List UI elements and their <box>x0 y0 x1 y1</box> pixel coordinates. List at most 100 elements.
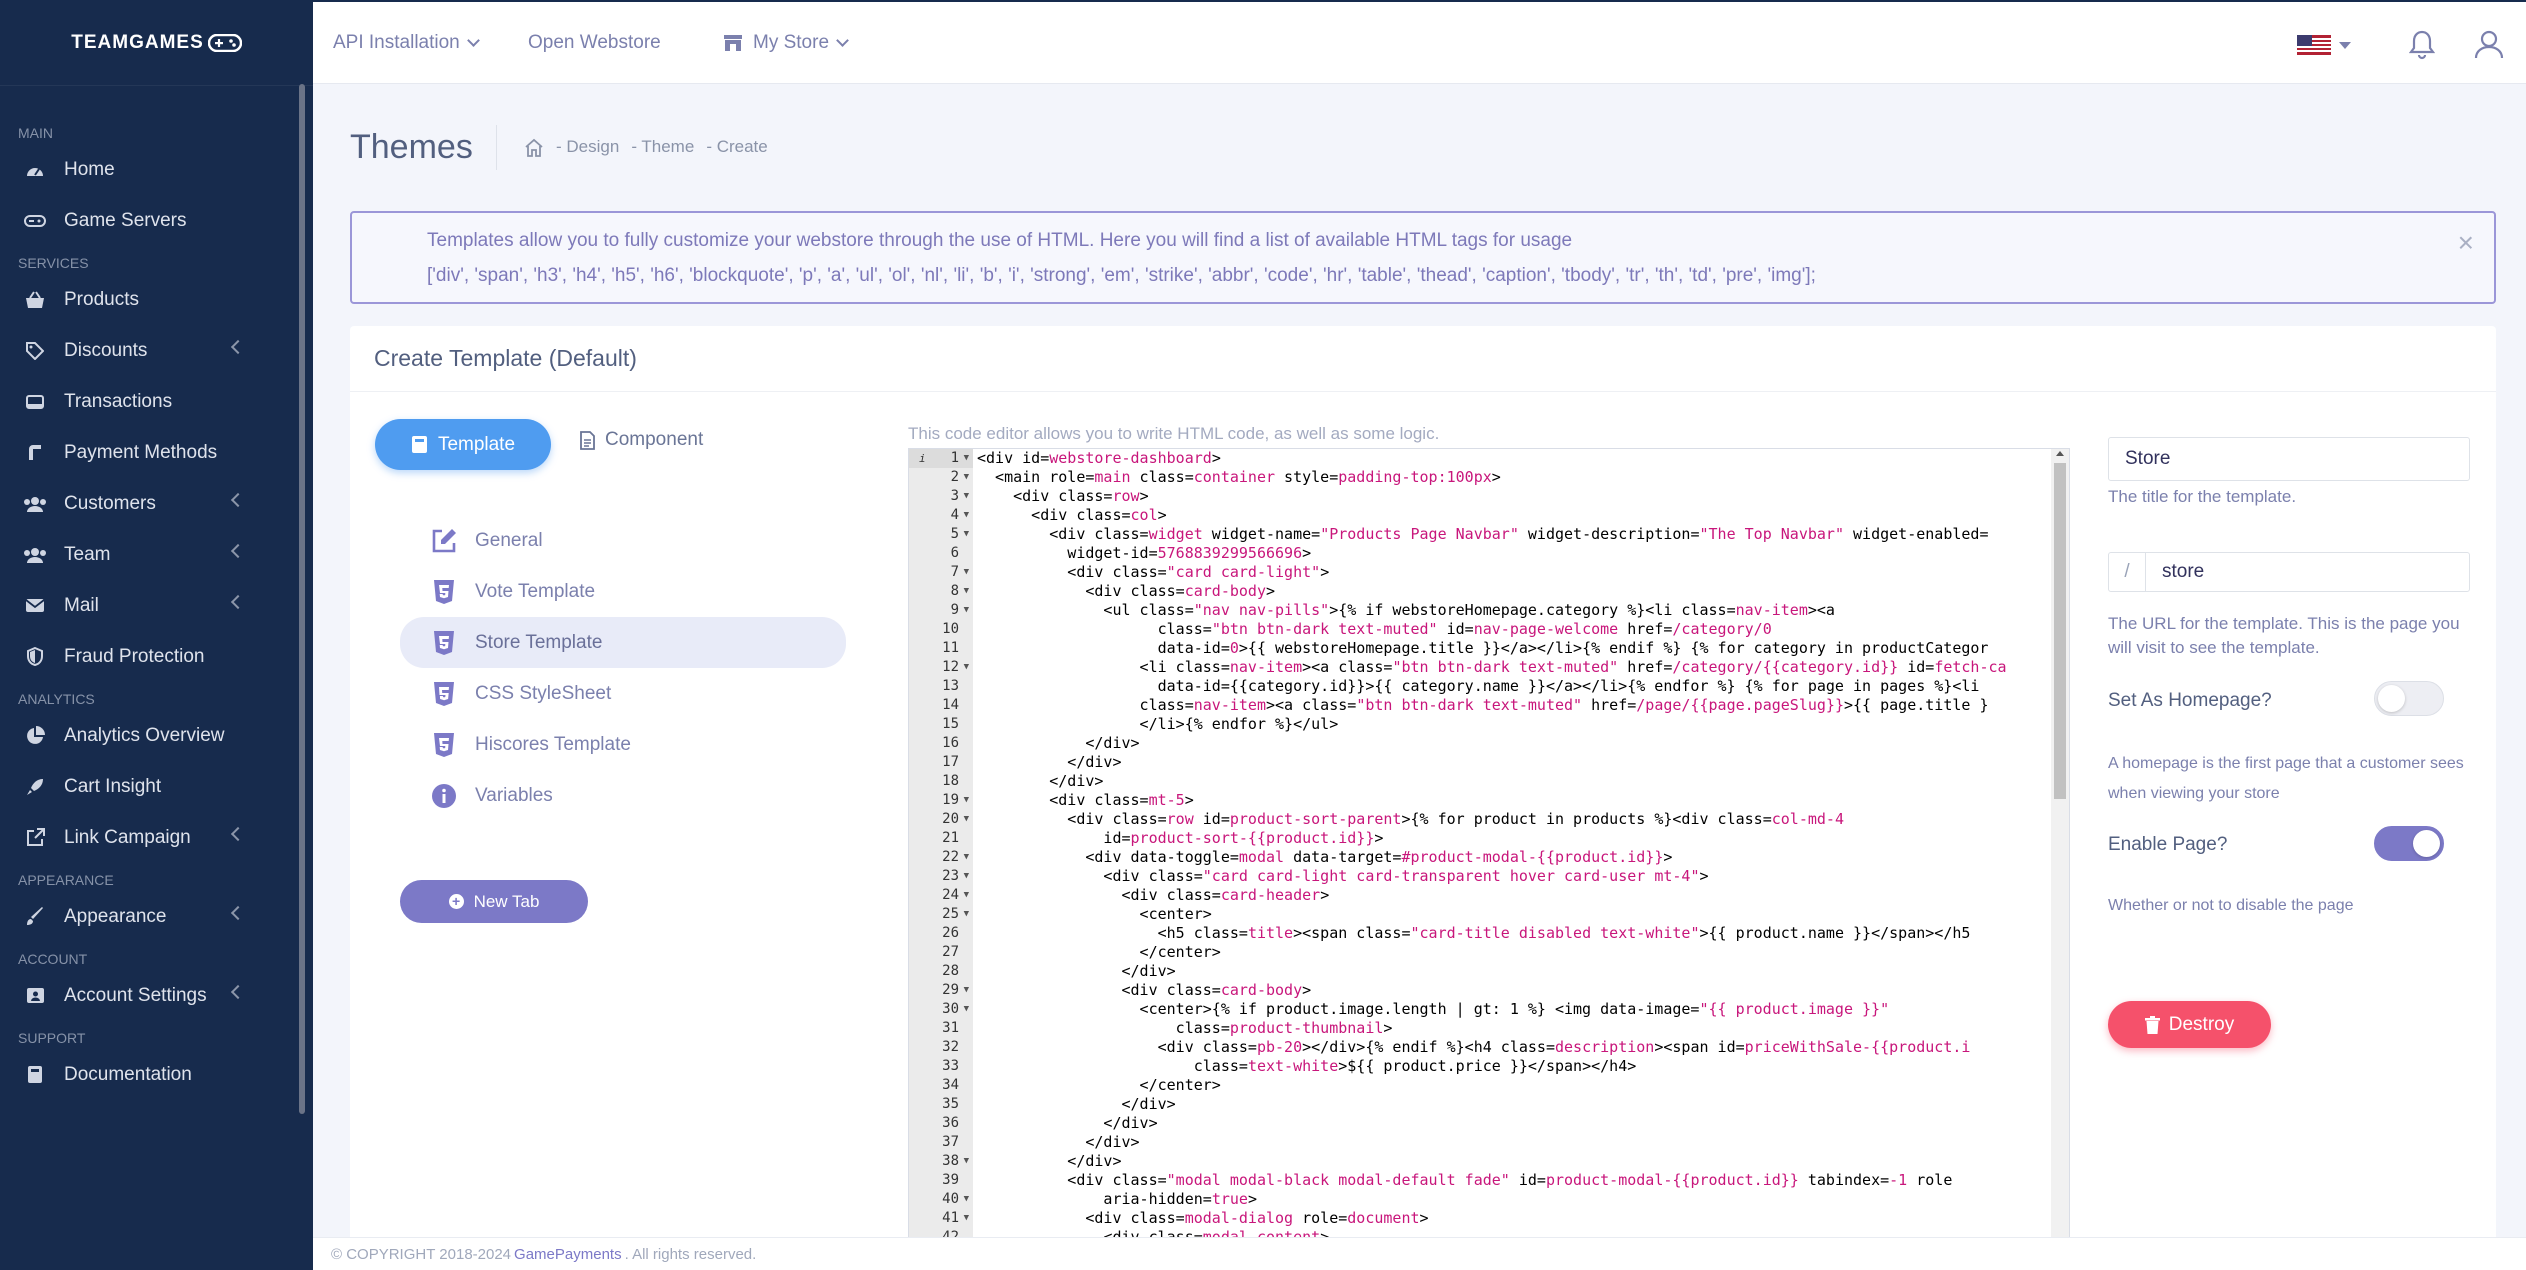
sidebar-item-customers[interactable]: Customers <box>0 478 313 529</box>
language-selector[interactable] <box>2297 35 2351 55</box>
fold-caret-icon[interactable]: ▼ <box>964 563 969 582</box>
fold-caret-icon[interactable]: ▼ <box>964 468 969 487</box>
id-card-icon <box>22 985 48 1007</box>
sidebar: TEAMGAMES MAIN Home Game Servers SERVICE… <box>0 0 313 1270</box>
sidebar-item-game-servers[interactable]: Game Servers <box>0 195 313 246</box>
code-line: </div> <box>977 1095 1176 1113</box>
fold-caret-icon[interactable]: ▼ <box>964 886 969 905</box>
template-url-field[interactable]: / store <box>2108 552 2470 592</box>
chevron-left-icon <box>230 984 246 1000</box>
fold-caret-icon[interactable]: ▼ <box>964 1190 969 1209</box>
nav-item-vote-template[interactable]: Vote Template <box>400 566 846 617</box>
brand-name: TEAMGAMES <box>71 31 204 53</box>
breadcrumb-design[interactable]: - Design <box>556 137 619 157</box>
fold-caret-icon[interactable]: ▼ <box>964 905 969 924</box>
code-line: </div> <box>977 962 1176 980</box>
enable-page-toggle[interactable] <box>2374 826 2444 861</box>
sidebar-item-home[interactable]: Home <box>0 144 313 195</box>
my-store-dropdown[interactable]: My Store <box>723 32 849 54</box>
line-number: 23 ▼ <box>942 867 969 886</box>
fold-caret-icon[interactable]: ▼ <box>964 810 969 829</box>
code-line: <div class=row> <box>977 487 1149 505</box>
api-installation-dropdown[interactable]: API Installation <box>333 32 480 54</box>
nav-item-label: Variables <box>475 784 553 806</box>
breadcrumb-theme[interactable]: - Theme <box>631 137 694 157</box>
code-editor[interactable]: 1 ▼ i 2 ▼ 3 ▼ 4 ▼ 5 ▼ 6 7 ▼ 8 ▼ 9 ▼ 10 11 12 ▼ 13 14 15 16 17 18 19 ▼… <box>908 448 2070 1238</box>
user-icon[interactable] <box>2473 28 2505 60</box>
topbar: API Installation Open Webstore My Store <box>313 0 2526 84</box>
sidebar-item-link-campaign[interactable]: Link Campaign <box>0 812 313 863</box>
line-number: 11 <box>942 640 959 656</box>
code-line: <div class=card-body> <box>977 582 1276 600</box>
sidebar-item-mail[interactable]: Mail <box>0 580 313 631</box>
sidebar-item-team[interactable]: Team <box>0 529 313 580</box>
fold-caret-icon[interactable]: ▼ <box>964 506 969 525</box>
home-icon[interactable] <box>524 138 544 157</box>
caret-down-icon <box>2339 41 2351 49</box>
fold-caret-icon[interactable]: ▼ <box>964 1000 969 1019</box>
editor-scroll-thumb[interactable] <box>2054 463 2066 799</box>
nav-item-css-stylesheet[interactable]: CSS StyleSheet <box>400 668 846 719</box>
fold-caret-icon[interactable]: ▼ <box>964 981 969 1000</box>
fold-caret-icon[interactable]: ▼ <box>964 525 969 544</box>
sidebar-nav: MAIN Home Game Servers SERVICES Products… <box>0 86 313 1100</box>
open-webstore-link[interactable]: Open Webstore <box>528 32 661 54</box>
sidebar-item-cart-insight[interactable]: Cart Insight <box>0 761 313 812</box>
sidebar-item-appearance[interactable]: Appearance <box>0 891 313 942</box>
url-input[interactable]: store <box>2146 553 2204 591</box>
fold-caret-icon[interactable]: ▼ <box>964 582 969 601</box>
sidebar-item-analytics-overview[interactable]: Analytics Overview <box>0 710 313 761</box>
tab-component[interactable]: Component <box>580 429 703 451</box>
sidebar-item-documentation[interactable]: Documentation <box>0 1049 313 1100</box>
card-title: Create Template (Default) <box>350 326 2496 392</box>
editor-scrollbar[interactable] <box>2051 449 2069 1237</box>
fold-caret-icon[interactable]: ▼ <box>964 487 969 506</box>
fold-caret-icon[interactable]: ▼ <box>964 1209 969 1228</box>
fold-caret-icon[interactable]: ▼ <box>964 867 969 886</box>
line-number: 38 ▼ <box>942 1152 969 1171</box>
editor-code[interactable]: <div id=webstore-dashboard> <main role=m… <box>977 449 2049 1237</box>
fold-caret-icon[interactable]: ▼ <box>964 848 969 867</box>
fold-caret-icon[interactable]: ▼ <box>964 601 969 620</box>
sidebar-item-payment-methods[interactable]: Payment Methods <box>0 427 313 478</box>
new-tab-button[interactable]: + New Tab <box>400 880 588 923</box>
homepage-toggle[interactable] <box>2374 681 2444 716</box>
code-line: <div class=modal-dialog role=document> <box>977 1209 1429 1227</box>
html5-icon <box>430 578 458 606</box>
code-line: <h5 class=title><span class="card-title … <box>977 924 1971 942</box>
line-number: 5 ▼ <box>950 525 969 544</box>
sidebar-item-account-settings[interactable]: Account Settings <box>0 970 313 1021</box>
chevron-left-icon <box>230 492 246 508</box>
template-title-input[interactable]: Store <box>2108 437 2470 481</box>
code-line: <div class=widget widget-name="Products … <box>977 525 1989 543</box>
nav-item-variables[interactable]: Variables <box>400 770 846 821</box>
wallet-icon <box>22 442 48 464</box>
toggle-knob <box>2378 685 2405 712</box>
fold-caret-icon[interactable]: ▼ <box>964 1152 969 1171</box>
nav-item-store-template[interactable]: Store Template <box>400 617 846 668</box>
gamepayments-link[interactable]: GamePayments <box>514 1246 622 1263</box>
alert-description: Templates allow you to fully customize y… <box>427 230 1573 251</box>
sidebar-item-discounts[interactable]: Discounts <box>0 325 313 376</box>
sidebar-item-products[interactable]: Products <box>0 274 313 325</box>
pie-chart-icon <box>22 725 48 747</box>
brand-logo[interactable]: TEAMGAMES <box>0 0 313 86</box>
fold-caret-icon[interactable]: ▼ <box>964 791 969 810</box>
line-number: 30 ▼ <box>942 1000 969 1019</box>
sidebar-item-transactions[interactable]: Transactions <box>0 376 313 427</box>
fold-caret-icon[interactable]: ▼ <box>964 658 969 677</box>
line-number: 41 ▼ <box>942 1209 969 1228</box>
sidebar-item-fraud-protection[interactable]: Fraud Protection <box>0 631 313 682</box>
destroy-button[interactable]: Destroy <box>2108 1001 2271 1048</box>
tab-template[interactable]: Template <box>375 419 551 470</box>
nav-item-label: Vote Template <box>475 580 596 602</box>
nav-item-general[interactable]: General <box>400 515 846 566</box>
code-line: class="btn btn-dark text-muted" id=nav-p… <box>977 620 1772 638</box>
line-number: 25 ▼ <box>942 905 969 924</box>
code-line: <div id=webstore-dashboard> <box>977 449 1221 467</box>
nav-item-hiscores-template[interactable]: Hiscores Template <box>400 719 846 770</box>
bell-icon[interactable] <box>2409 30 2435 60</box>
fold-caret-icon[interactable]: ▼ <box>964 449 969 468</box>
close-icon[interactable]: × <box>2458 227 2474 259</box>
edit-icon <box>430 527 458 555</box>
